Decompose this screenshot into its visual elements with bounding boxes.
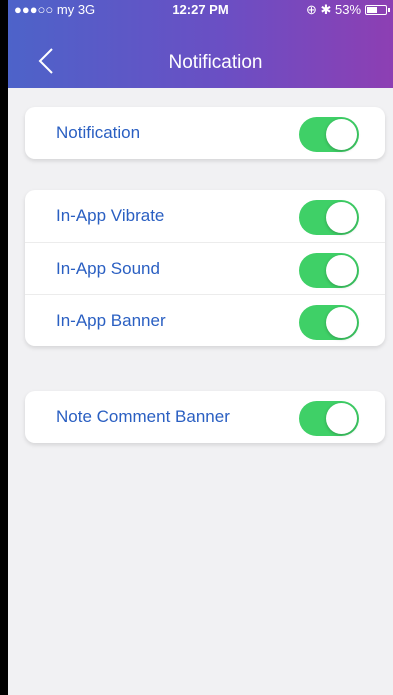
in-app-banner-toggle[interactable] [299,305,359,340]
header: ●●●○○ my 3G 12:27 PM ⊕ ✱ 53% Notificatio… [8,0,393,88]
notification-toggle[interactable] [299,117,359,152]
in-app-vibrate-toggle[interactable] [299,200,359,235]
setting-label: In-App Sound [56,259,160,278]
battery-icon [365,5,390,15]
status-indicators: ⊕ ✱ 53% [305,2,361,17]
settings-group-notification: Notification [25,107,385,159]
settings-group-notes: Note Comment Banner [25,391,385,443]
setting-label: Note Comment Banner [56,407,230,426]
setting-row-in-app-vibrate: In-App Vibrate [25,190,385,242]
page-title: Notification [168,52,263,73]
nav-bar: Notification [8,40,393,84]
in-app-sound-toggle[interactable] [299,253,359,288]
chevron-left-icon [38,48,53,74]
setting-label: In-App Vibrate [56,206,165,225]
status-right: ⊕ ✱ 53% [305,0,390,20]
settings-group-in-app: In-App Vibrate In-App Sound In-App Banne… [25,190,385,346]
setting-label: In-App Banner [56,311,166,330]
setting-row-in-app-sound: In-App Sound [25,242,385,294]
setting-row-in-app-banner: In-App Banner [25,294,385,346]
setting-row-notification: Notification [25,107,385,159]
back-button[interactable] [32,46,62,76]
screen: ●●●○○ my 3G 12:27 PM ⊕ ✱ 53% Notificatio… [8,0,393,695]
status-bar: ●●●○○ my 3G 12:27 PM ⊕ ✱ 53% [8,0,393,20]
setting-label: Notification [56,123,141,142]
setting-row-note-comment-banner: Note Comment Banner [25,391,385,443]
note-comment-banner-toggle[interactable] [299,401,359,436]
